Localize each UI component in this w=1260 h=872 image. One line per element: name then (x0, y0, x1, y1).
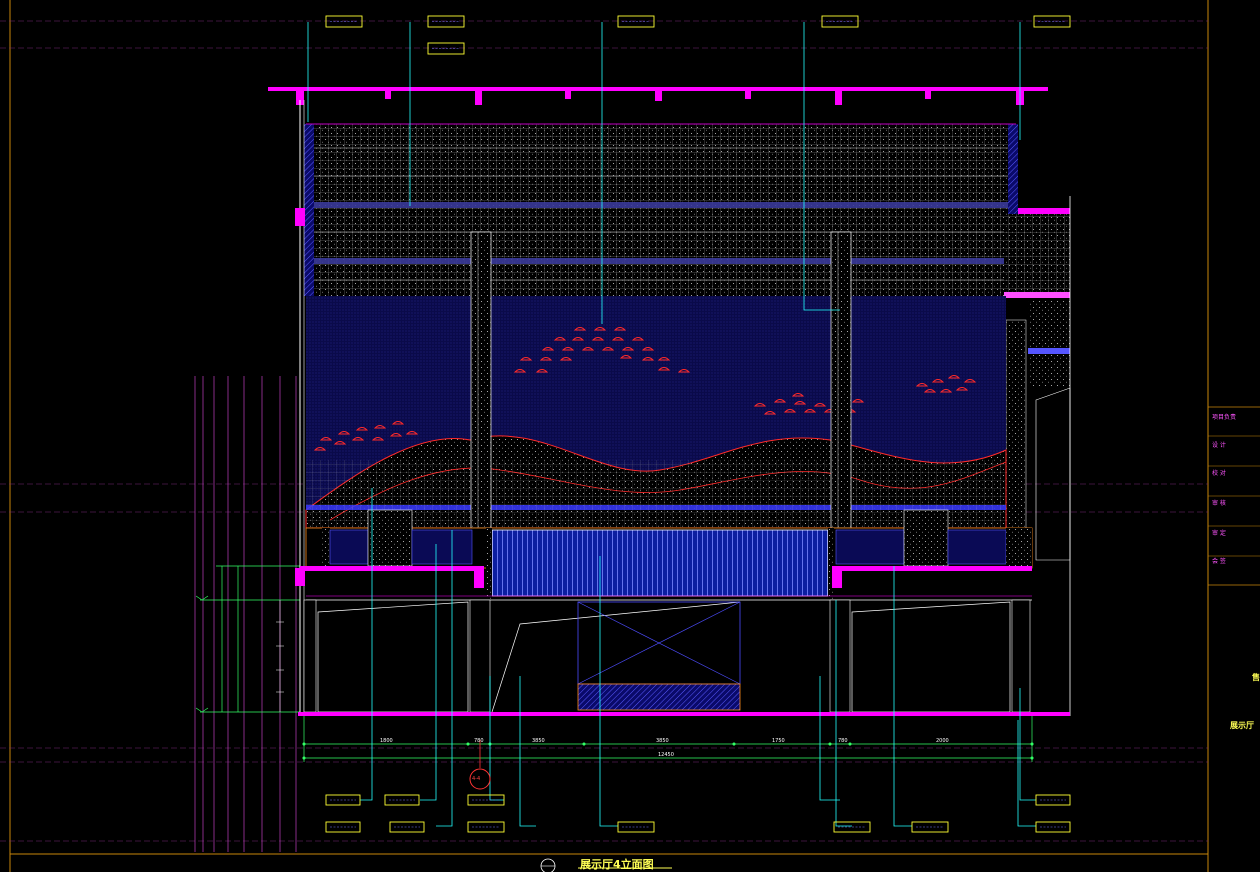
drawing-title: 展示厅4立面图 (580, 858, 654, 871)
leader-line (420, 544, 437, 801)
leader-line (1017, 720, 1036, 827)
title-block-row-5: 审 定 (1212, 530, 1226, 537)
leader-line (489, 676, 504, 801)
sub-dimension-label: 1750 (772, 738, 785, 744)
title-block (1208, 435, 1260, 557)
project-name-fragment: 售 (1252, 673, 1260, 682)
level-markers (195, 565, 300, 713)
leader-line (436, 530, 453, 827)
leader-line (519, 676, 536, 827)
ceiling-beam (268, 87, 1048, 105)
sub-dimension-label: 780 (474, 738, 484, 744)
leader-line (893, 566, 912, 827)
sub-dimension-label: 1800 (380, 738, 393, 744)
sub-dimension-label: 2000 (936, 738, 949, 744)
sub-dimension-label: 780 (838, 738, 848, 744)
title-block-row-2: 设 计 (1212, 442, 1226, 449)
elevation-drawing-canvas (0, 0, 1260, 872)
title-block-row-1: 项目负责 (1212, 414, 1237, 421)
title-block-row-3: 校 对 (1212, 470, 1226, 477)
upper-tile-wall (304, 123, 1018, 296)
sheet-name-fragment: 展示厅 (1230, 721, 1254, 730)
section-marker-label: 4-4 (472, 776, 481, 782)
title-block-row-4: 审 核 (1212, 500, 1226, 507)
feature-wall (305, 296, 1007, 529)
sub-dimension-label: 3850 (656, 738, 669, 744)
title-block-row-6: 会 签 (1212, 558, 1226, 565)
overall-dimension-label: 12450 (658, 752, 674, 758)
left-wall (295, 100, 305, 716)
left-reference-lines (194, 376, 297, 852)
ground-floor (298, 599, 1070, 716)
sub-dimension-label: 3850 (532, 738, 545, 744)
